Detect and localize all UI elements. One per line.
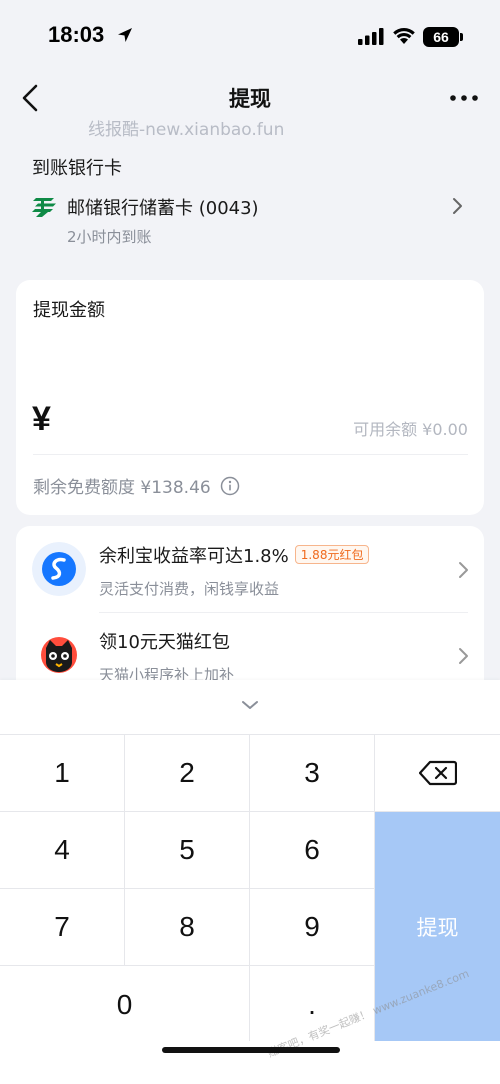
key-4[interactable]: 4 <box>0 812 125 889</box>
bank-card-name: 邮储银行储蓄卡 (0043) <box>67 198 259 219</box>
bank-section-title: 到账银行卡 <box>32 158 122 179</box>
key-0[interactable]: 0 <box>0 966 250 1043</box>
promo-title: 领10元天猫红包 <box>99 632 230 653</box>
battery-indicator: 66 <box>423 27 459 47</box>
promo-item-yulibao[interactable]: 余利宝收益率可达1.8% 1.88元红包 灵活支付消费，闲钱享收益 <box>16 526 484 613</box>
yulibao-icon <box>32 542 86 596</box>
promo-title-text: 余利宝收益率可达1.8% <box>99 546 289 567</box>
info-icon[interactable] <box>220 476 240 496</box>
amount-input-placeholder[interactable]: 可用余额 ¥0.00 <box>353 416 468 440</box>
withdraw-amount-card: 提现金额 ¥ 可用余额 ¥0.00 剩余免费额度 ¥138.46 <box>16 280 484 515</box>
location-arrow-icon <box>118 28 132 42</box>
free-quota-text: 剩余免费额度 ¥138.46 <box>33 473 240 498</box>
home-indicator[interactable] <box>162 1047 340 1053</box>
site-watermark: 线报酷-new.xianbao.fun <box>88 120 285 140</box>
more-options-icon[interactable] <box>446 86 482 110</box>
battery-tip <box>460 33 463 41</box>
bank-card-selector[interactable]: 邮储银行储蓄卡 (0043) <box>32 192 472 222</box>
postal-bank-logo-icon <box>32 198 56 217</box>
backspace-icon <box>418 760 457 786</box>
key-9[interactable]: 9 <box>250 889 375 966</box>
red-packet-badge: 1.88元红包 <box>294 545 370 564</box>
bank-card-section: 到账银行卡 邮储银行储蓄卡 (0043) 2小时内到账 <box>32 154 472 246</box>
status-time: 18:03 <box>48 22 105 47</box>
collapse-keyboard-icon[interactable] <box>240 698 260 712</box>
key-6[interactable]: 6 <box>250 812 375 889</box>
chevron-right-icon <box>459 648 468 664</box>
chevron-right-icon <box>453 198 462 214</box>
promo-title: 余利宝收益率可达1.8% 1.88元红包 <box>99 542 370 568</box>
free-quota-label: 剩余免费额度 ¥138.46 <box>33 478 211 498</box>
promo-subtitle: 灵活支付消费，闲钱享收益 <box>99 580 280 598</box>
chevron-right-icon <box>459 562 468 578</box>
numeric-keyboard: 1 2 3 4 5 6 7 8 9 0 . 提现 赚客吧，有奖一起赚！ www.… <box>0 680 500 1084</box>
key-2[interactable]: 2 <box>125 735 250 812</box>
arrival-time-text: 2小时内到账 <box>67 228 152 246</box>
page-title: 提现 <box>229 87 271 111</box>
key-3[interactable]: 3 <box>250 735 375 812</box>
cellular-signal-icon <box>358 28 384 45</box>
status-bar: 18:03 66 <box>0 0 500 76</box>
amount-label: 提现金额 <box>33 300 105 321</box>
key-7[interactable]: 7 <box>0 889 125 966</box>
divider <box>33 454 468 455</box>
key-5[interactable]: 5 <box>125 812 250 889</box>
tmall-cat-icon <box>41 637 77 673</box>
key-1[interactable]: 1 <box>0 735 125 812</box>
currency-symbol: ¥ <box>32 400 51 438</box>
delete-key[interactable] <box>375 735 500 812</box>
key-8[interactable]: 8 <box>125 889 250 966</box>
nav-bar: 提现 <box>0 76 500 120</box>
wifi-icon <box>393 28 415 44</box>
